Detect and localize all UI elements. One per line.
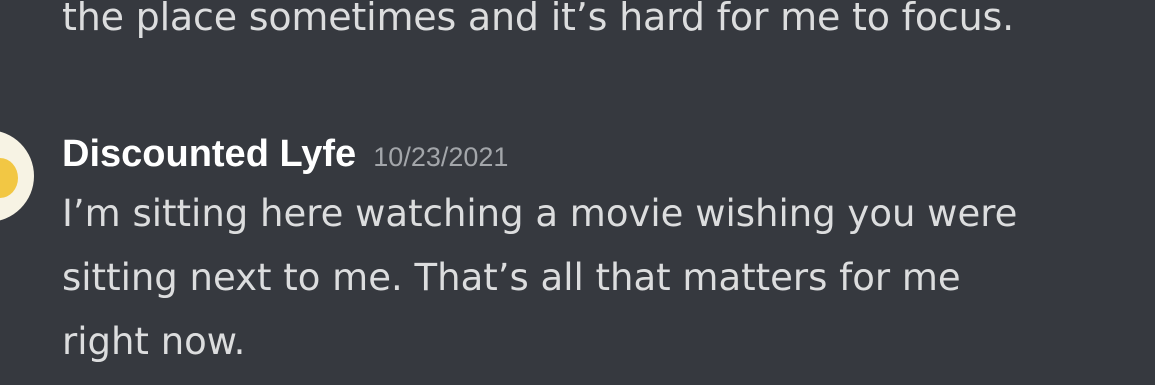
message-timestamp: 10/23/2021: [373, 142, 509, 172]
previous-message-text: the place sometimes and it’s hard for me…: [62, 0, 1014, 39]
message-content: I’m sitting here watching a movie wishin…: [62, 182, 1152, 374]
avatar-image: [0, 158, 18, 198]
author-name[interactable]: Discounted Lyfe: [62, 133, 356, 175]
message-line: sitting next to me. That’s all that matt…: [62, 256, 961, 299]
message-line: I’m sitting here watching a movie wishin…: [62, 192, 1018, 235]
chat-message: Discounted Lyfe 10/23/2021 I’m sitting h…: [0, 118, 1155, 385]
chat-message-list: the place sometimes and it’s hard for me…: [0, 0, 1155, 385]
avatar[interactable]: [0, 130, 34, 222]
message-header: Discounted Lyfe 10/23/2021: [62, 126, 508, 182]
message-line: right now.: [62, 320, 246, 363]
